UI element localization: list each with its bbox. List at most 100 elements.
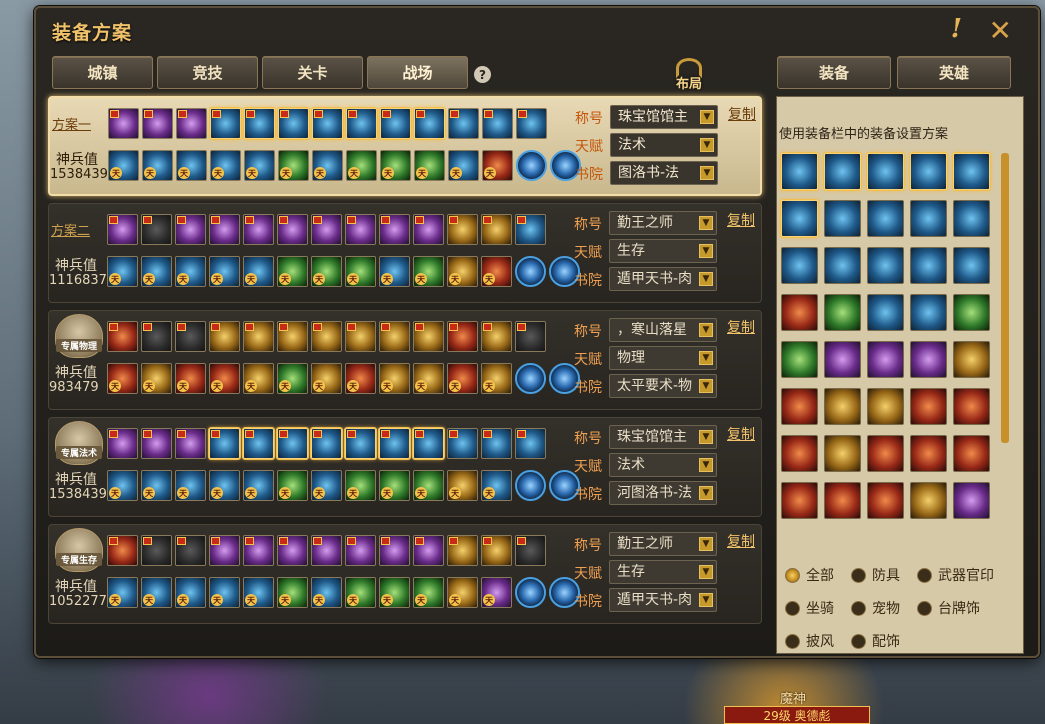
- equipment-slot[interactable]: [311, 535, 342, 566]
- equipment-slot[interactable]: [345, 535, 376, 566]
- copy-button[interactable]: 复制: [727, 531, 755, 551]
- title-select[interactable]: ，寒山落星 ▼: [609, 318, 717, 342]
- inventory-item[interactable]: [781, 153, 818, 190]
- equipment-slot[interactable]: 天: [277, 577, 308, 608]
- equipment-slot[interactable]: [515, 214, 546, 245]
- radio-icon[interactable]: [785, 567, 800, 583]
- copy-button[interactable]: 复制: [727, 210, 755, 230]
- equipment-slot[interactable]: [379, 214, 410, 245]
- equipment-slot[interactable]: [277, 428, 308, 459]
- equipment-slot[interactable]: [175, 535, 206, 566]
- equipment-slot[interactable]: 天: [107, 577, 138, 608]
- academy-select[interactable]: 河图洛书-法 ▼: [609, 481, 717, 505]
- equipment-slot[interactable]: [244, 108, 275, 139]
- tab-hero[interactable]: 英雄: [897, 56, 1011, 89]
- equipment-slot[interactable]: [141, 214, 172, 245]
- equipment-slot[interactable]: [278, 108, 309, 139]
- scroll-thumb[interactable]: [1001, 153, 1009, 443]
- inventory-item[interactable]: [781, 294, 818, 331]
- inventory-item[interactable]: [953, 200, 990, 237]
- equipment-slot[interactable]: [380, 108, 411, 139]
- help-icon[interactable]: !: [951, 14, 962, 44]
- equipment-slot[interactable]: 天: [141, 363, 172, 394]
- inventory-item[interactable]: [910, 247, 947, 284]
- talent-select[interactable]: 生存 ▼: [609, 239, 717, 263]
- equipment-slot[interactable]: [413, 321, 444, 352]
- equipment-slot[interactable]: 天: [107, 256, 138, 287]
- radio-icon[interactable]: [917, 600, 932, 616]
- equipment-slot[interactable]: [379, 428, 410, 459]
- equipment-slot[interactable]: [141, 321, 172, 352]
- equipment-slot[interactable]: 天: [142, 150, 173, 181]
- plan-card[interactable]: 专属物理 神兵值 983479 天 天 天 天 天 天 天 天 天 天 天 天 称号 ，寒山落星 ▼ 天赋 物理 ▼ 书院…: [48, 310, 762, 410]
- equipment-slot[interactable]: [243, 535, 274, 566]
- equipment-slot[interactable]: 天: [481, 577, 512, 608]
- equipment-slot[interactable]: 天: [209, 577, 240, 608]
- equipment-slot[interactable]: 天: [277, 363, 308, 394]
- equipment-slot[interactable]: 天: [447, 577, 478, 608]
- talent-select[interactable]: 物理 ▼: [609, 346, 717, 370]
- equipment-slot[interactable]: 天: [311, 256, 342, 287]
- radio-icon[interactable]: [785, 600, 800, 616]
- equipment-slot[interactable]: 天: [244, 150, 275, 181]
- equipment-slot[interactable]: [345, 214, 376, 245]
- inventory-item[interactable]: [824, 294, 861, 331]
- mount-slot[interactable]: [515, 577, 546, 608]
- equipment-slot[interactable]: [175, 321, 206, 352]
- equipment-slot[interactable]: [142, 108, 173, 139]
- equipment-slot[interactable]: 天: [345, 470, 376, 501]
- equipment-slot[interactable]: [141, 428, 172, 459]
- equipment-slot[interactable]: [448, 108, 479, 139]
- inventory-item[interactable]: [867, 435, 904, 472]
- equipment-slot[interactable]: 天: [481, 470, 512, 501]
- equipment-slot[interactable]: 天: [311, 470, 342, 501]
- tab-battlefield[interactable]: 战场: [367, 56, 468, 89]
- filter-option[interactable]: 台牌饰: [917, 598, 1017, 618]
- equipment-slot[interactable]: [414, 108, 445, 139]
- filter-option[interactable]: 宠物: [851, 598, 913, 618]
- equipment-slot[interactable]: 天: [176, 150, 207, 181]
- equipment-slot[interactable]: [243, 321, 274, 352]
- equipment-slot[interactable]: 天: [481, 363, 512, 394]
- equipment-slot[interactable]: [447, 428, 478, 459]
- equipment-slot[interactable]: [175, 214, 206, 245]
- radio-icon[interactable]: [851, 633, 866, 649]
- equipment-slot[interactable]: [243, 428, 274, 459]
- equipment-slot[interactable]: [277, 214, 308, 245]
- inventory-item[interactable]: [781, 435, 818, 472]
- inventory-item[interactable]: [867, 482, 904, 519]
- equipment-slot[interactable]: [176, 108, 207, 139]
- equipment-slot[interactable]: 天: [209, 363, 240, 394]
- equipment-slot[interactable]: [447, 321, 478, 352]
- equipment-slot[interactable]: [515, 428, 546, 459]
- inventory-item[interactable]: [781, 200, 818, 237]
- equipment-slot[interactable]: 天: [175, 470, 206, 501]
- equipment-slot[interactable]: [515, 535, 546, 566]
- equipment-slot[interactable]: 天: [414, 150, 445, 181]
- equipment-slot[interactable]: [209, 214, 240, 245]
- equipment-slot[interactable]: [243, 214, 274, 245]
- equipment-slot[interactable]: [481, 214, 512, 245]
- equipment-slot[interactable]: [482, 108, 513, 139]
- academy-select[interactable]: 遁甲天书-肉 ▼: [609, 588, 717, 612]
- equipment-slot[interactable]: [311, 214, 342, 245]
- copy-button[interactable]: 复制: [727, 317, 755, 337]
- equipment-slot[interactable]: 天: [413, 363, 444, 394]
- equipment-slot[interactable]: [413, 214, 444, 245]
- equipment-slot[interactable]: 天: [141, 256, 172, 287]
- equipment-slot[interactable]: [312, 108, 343, 139]
- inventory-item[interactable]: [824, 482, 861, 519]
- equipment-slot[interactable]: [107, 321, 138, 352]
- filter-option[interactable]: 坐骑: [785, 598, 847, 618]
- equipment-slot[interactable]: 天: [107, 363, 138, 394]
- inventory-item[interactable]: [910, 388, 947, 425]
- equipment-slot[interactable]: 天: [345, 363, 376, 394]
- equipment-slot[interactable]: 天: [277, 470, 308, 501]
- inventory-item[interactable]: [781, 482, 818, 519]
- equipment-slot[interactable]: [311, 321, 342, 352]
- filter-option[interactable]: 配饰: [851, 631, 913, 651]
- plan-card[interactable]: 专属生存 神兵值 1052277 天天天天天天天天天天天天称号 勤王之师 ▼ 天赋 生存 ▼ 书院…: [48, 524, 762, 624]
- equipment-slot[interactable]: [379, 321, 410, 352]
- equipment-slot[interactable]: [107, 428, 138, 459]
- inventory-item[interactable]: [910, 294, 947, 331]
